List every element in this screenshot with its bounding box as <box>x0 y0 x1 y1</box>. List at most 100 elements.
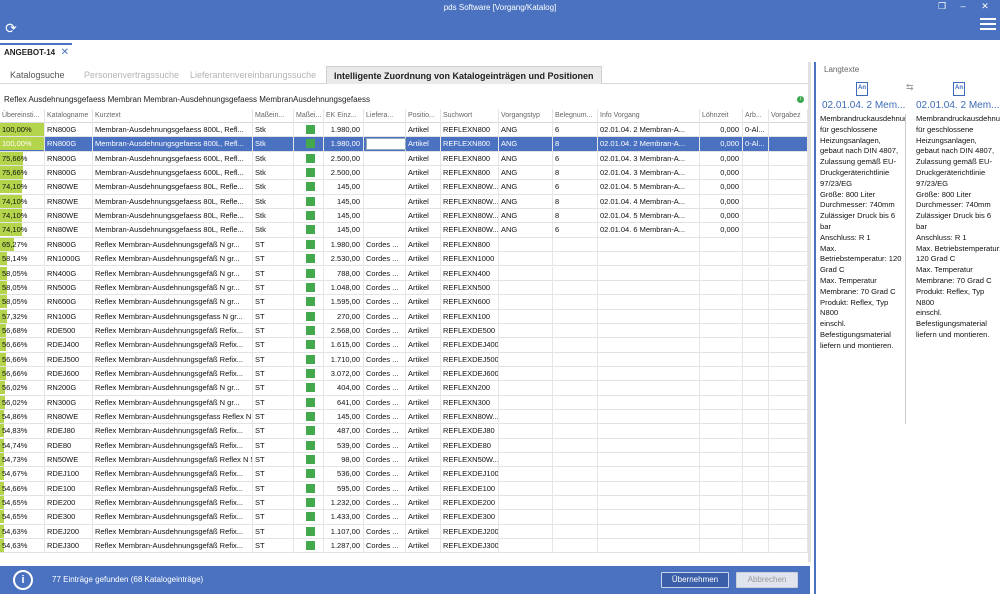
cell-bel <box>553 295 598 310</box>
cell-arb <box>743 424 769 439</box>
col-header-arbeit[interactable]: Arb... <box>743 109 769 123</box>
close-tab-icon[interactable]: ✕ <box>61 47 69 58</box>
table-row[interactable]: 54,65% RDE300 Reflex Membran-Ausdehnungsge… <box>0 510 810 525</box>
cell-lief: Cordes ... <box>364 252 406 267</box>
table-row[interactable]: 74,10% RN80WE Membran-Ausdehnungsgefaess 8… <box>0 209 810 224</box>
table-row[interactable]: 54,63% RDEJ300 Reflex Membran-Ausdehnungsg… <box>0 539 810 554</box>
cell-arb <box>743 366 769 381</box>
col-header-ek-einzel[interactable]: EK Einz... <box>324 109 364 123</box>
cell-bel: 8 <box>553 166 598 181</box>
tab-lieferantenvereinbarungssuche[interactable]: Lieferantenvereinbarungssuche <box>190 66 316 84</box>
cell-arb <box>743 237 769 252</box>
tab-intelligente-zuordnung[interactable]: Intelligente Zuordnung von Katalogeinträ… <box>326 66 602 84</box>
cell-me: ST <box>253 424 294 439</box>
table-row[interactable]: 54,83% RDEJ80 Reflex Membran-Ausdehnungsge… <box>0 424 810 439</box>
cell-such: REFLEXN1000 <box>441 252 499 267</box>
cancel-button[interactable]: Abbrechen <box>736 572 798 588</box>
col-header-lieferant[interactable]: Liefera... <box>364 109 406 123</box>
cell-info <box>598 524 700 539</box>
cell-pos: Artikel <box>406 424 441 439</box>
cell-lohn: 0,000 <box>700 166 743 181</box>
table-row[interactable]: 56,68% RDE500 Reflex Membran-Ausdehnungsge… <box>0 323 810 339</box>
close-icon[interactable]: ✕ <box>978 1 992 11</box>
table-row[interactable]: 56,02% RN300G Reflex Membran-Ausdehnungsge… <box>0 395 810 410</box>
title-bar: pds Software [Vorgang/Katalog] ⟳ ❐ – ✕ <box>0 0 1000 40</box>
cell-bel <box>553 467 598 482</box>
col-header-katalogname[interactable]: Katalogname <box>45 109 93 123</box>
cell-me: Stk <box>253 180 294 195</box>
cell-info: 02.01.04. 5 Membran-A... <box>598 180 700 195</box>
table-row[interactable]: 75,66% RN800G Membran-Ausdehnungsgefaess 6… <box>0 151 810 167</box>
col-header-info-vorgang[interactable]: Info Vorgang <box>598 109 700 123</box>
table-row[interactable]: 56,02% RN200G Reflex Membran-Ausdehnungsge… <box>0 381 810 396</box>
cell-pos: Artikel <box>406 123 441 137</box>
grid-scrollbar[interactable] <box>808 62 811 562</box>
cell-lohn: 0,000 <box>700 223 743 238</box>
table-row[interactable]: 54,66% RDE100 Reflex Membran-Ausdehnungsge… <box>0 481 810 497</box>
restore-icon[interactable]: ❐ <box>935 1 949 11</box>
table-row[interactable]: 74,10% RN80WE Membran-Ausdehnungsgefaess 8… <box>0 223 810 238</box>
table-row[interactable]: 54,73% RN50WE Reflex Membran-Ausdehnungsge… <box>0 453 810 468</box>
lieferant-edit-field[interactable] <box>366 138 406 151</box>
swap-icon[interactable]: ⇆ <box>906 82 914 93</box>
cell-lief: Cordes ... <box>364 438 406 453</box>
vorgabe-cell <box>769 381 808 396</box>
table-row[interactable]: 58,05% RN500G Reflex Membran-Ausdehnungsge… <box>0 280 810 296</box>
table-row[interactable]: 74,10% RN80WE Membran-Ausdehnungsgefaess 8… <box>0 180 810 195</box>
table-row[interactable]: 54,65% RDE200 Reflex Membran-Ausdehnungsge… <box>0 496 810 511</box>
table-row[interactable]: 57,32% RN100G Reflex Membran-Ausdehnungsge… <box>0 309 810 324</box>
table-row[interactable]: 54,63% RDEJ200 Reflex Membran-Ausdehnungsg… <box>0 524 810 540</box>
table-row[interactable]: 54,74% RDE80 Reflex Membran-Ausdehnungsgef… <box>0 438 810 454</box>
minimize-icon[interactable]: – <box>956 1 970 11</box>
table-row[interactable]: 58,14% RN1000G Reflex Membran-Ausdehnungsg… <box>0 252 810 267</box>
cell-pos: Artikel <box>406 539 441 554</box>
match-value: 56,68% <box>2 325 28 335</box>
cell-me: ST <box>253 323 294 338</box>
table-row[interactable]: 58,05% RN400G Reflex Membran-Ausdehnungsge… <box>0 266 810 281</box>
accept-button[interactable]: Übernehmen <box>661 572 729 588</box>
cell-lief: Cordes ... <box>364 352 406 367</box>
table-row[interactable]: 100,00% RN800G Membran-Ausdehnungsgefaess … <box>0 137 810 152</box>
table-row[interactable]: 54,67% RDEJ100 Reflex Membran-Ausdehnungsg… <box>0 467 810 482</box>
cell-ek: 1.287,00 <box>324 539 364 554</box>
col-header-vorgabe[interactable]: Vorgabez <box>769 109 808 123</box>
col-header-masseinheit[interactable]: Maßein... <box>253 109 294 123</box>
table-row[interactable]: 56,66% RDEJ500 Reflex Membran-Ausdehnungsg… <box>0 352 810 367</box>
col-header-position[interactable]: Positio... <box>406 109 441 123</box>
cell-kat: RN80WE <box>45 194 93 209</box>
cell-pos: Artikel <box>406 323 441 338</box>
cell-bel <box>553 438 598 453</box>
col-header-belegnummer[interactable]: Belegnum... <box>553 109 598 123</box>
table-row[interactable]: 65,27% RN800G Reflex Membran-Ausdehnungsge… <box>0 237 810 253</box>
col-header-vorgangstyp[interactable]: Vorgangstyp <box>499 109 553 123</box>
col-header-match[interactable]: Übereinsti... <box>0 109 45 123</box>
tab-personenvertragssuche[interactable]: Personenvertragssuche <box>84 66 179 84</box>
cell-bel <box>553 381 598 396</box>
cell-such: REFLEXN800 <box>441 123 499 137</box>
cell-lohn: 0,000 <box>700 137 743 152</box>
refresh-icon[interactable]: ⟳ <box>2 20 20 36</box>
cell-info <box>598 280 700 295</box>
match-cell: 57,32% <box>0 309 45 324</box>
table-row[interactable]: 56,66% RDEJ400 Reflex Membran-Ausdehnungsg… <box>0 338 810 353</box>
vorgabe-cell <box>769 410 808 424</box>
cell-bel: 6 <box>553 151 598 166</box>
hamburger-menu-icon[interactable] <box>980 18 996 32</box>
table-row[interactable]: 54,86% RN80WE Reflex Membran-Ausdehnungsge… <box>0 410 810 425</box>
col-header-kurztext[interactable]: Kurztext <box>93 109 253 123</box>
table-row[interactable]: 56,66% RDEJ600 Reflex Membran-Ausdehnungsg… <box>0 366 810 382</box>
table-row[interactable]: 100,00% RN800G Membran-Ausdehnungsgefaess … <box>0 123 810 138</box>
tab-katalogsuche[interactable]: Katalogsuche <box>10 66 65 84</box>
col-header-loehnzeit[interactable]: Löhnzeit <box>700 109 743 123</box>
table-row[interactable]: 75,66% RN800G Membran-Ausdehnungsgefaess 6… <box>0 166 810 181</box>
col-header-suchwort[interactable]: Suchwort <box>441 109 499 123</box>
cell-arb: 0-Al... <box>743 137 769 152</box>
doc-tab-angebot[interactable]: ANGEBOT-14 ✕ <box>0 43 72 61</box>
col-header-masseinheit2[interactable]: Maßei... <box>294 109 324 123</box>
document-an-icon[interactable]: An <box>953 82 965 96</box>
cell-info <box>598 424 700 439</box>
table-row[interactable]: 58,05% RN600G Reflex Membran-Ausdehnungsge… <box>0 295 810 310</box>
table-row[interactable]: 74,10% RN80WE Membran-Ausdehnungsgefaess 8… <box>0 194 810 210</box>
document-an-icon[interactable]: An <box>856 82 868 96</box>
cell-lief: Cordes ... <box>364 323 406 338</box>
